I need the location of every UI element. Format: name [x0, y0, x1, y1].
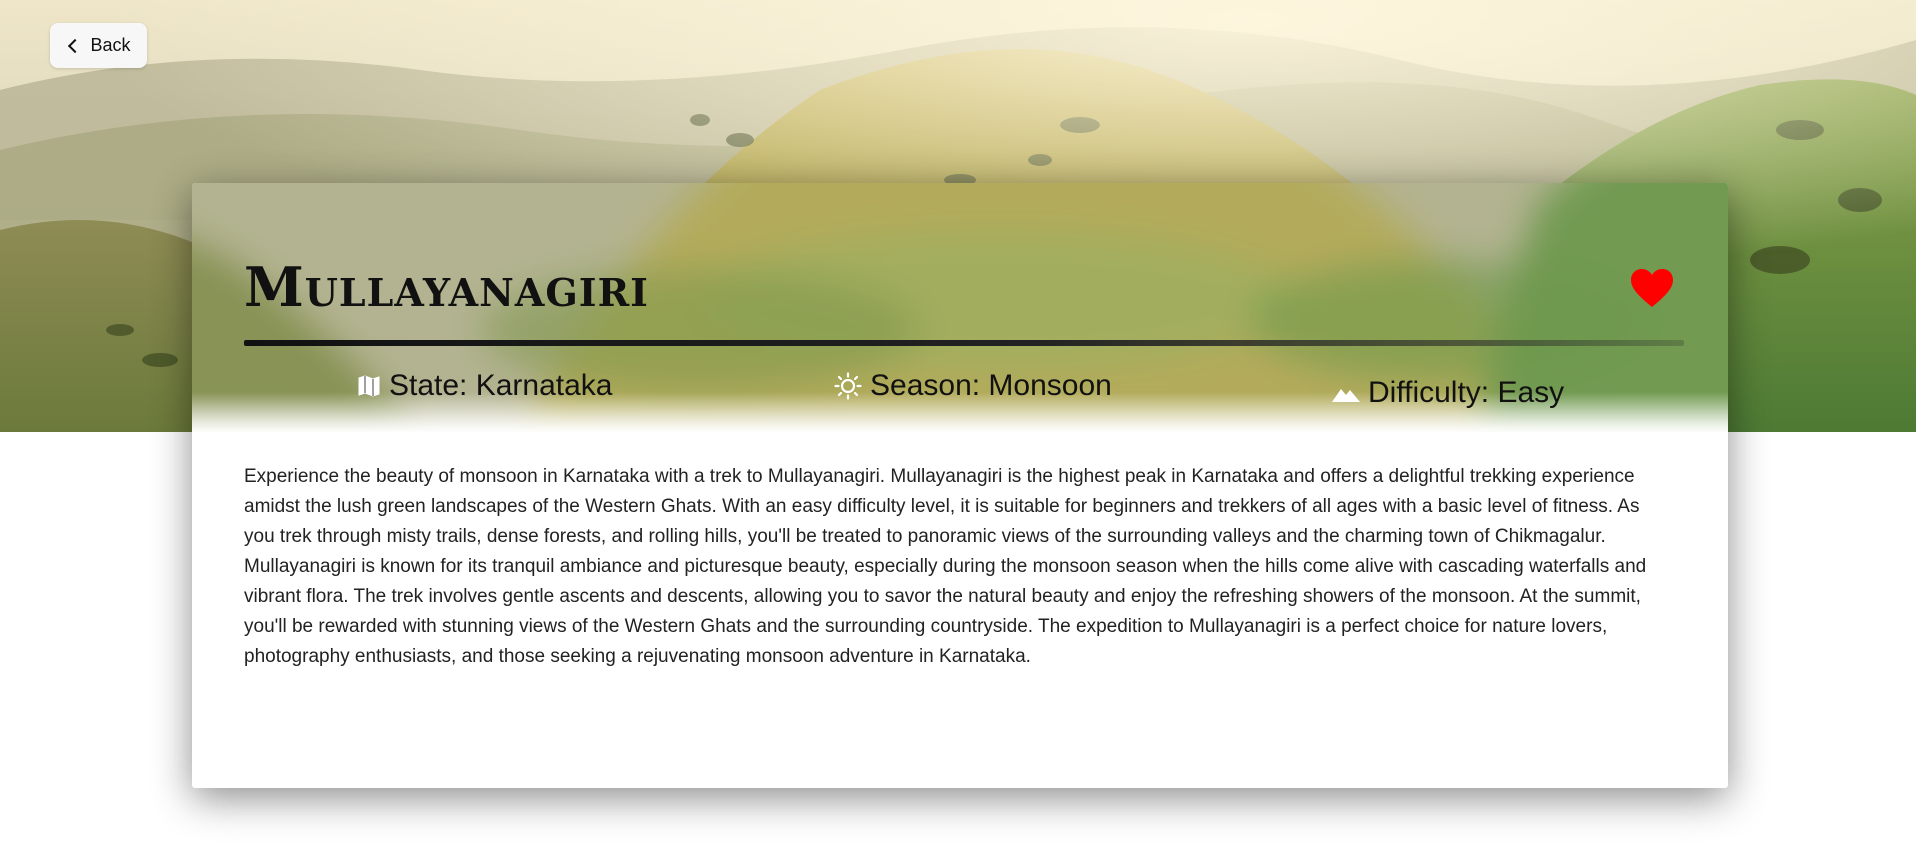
chevron-left-icon — [68, 38, 83, 53]
mountain-icon — [1332, 389, 1360, 402]
difficulty-label: Difficulty: Easy — [1368, 376, 1565, 409]
state-label: State: Karnataka — [389, 369, 613, 402]
difficulty-info: Difficulty: Easy — [1332, 376, 1564, 410]
map-icon — [358, 375, 380, 397]
season-label: Season: Monsoon — [870, 369, 1112, 402]
trek-detail-card: Mullayanagiri State: Karnataka Season: M… — [192, 183, 1728, 788]
back-button-label: Back — [90, 35, 131, 55]
title-divider — [244, 340, 1684, 346]
trek-description: Experience the beauty of monsoon in Karn… — [244, 466, 1647, 667]
heart-icon[interactable] — [1630, 268, 1674, 308]
sun-icon — [834, 372, 862, 400]
season-info: Season: Monsoon — [834, 369, 1112, 403]
back-button[interactable]: Back — [50, 23, 147, 68]
state-info: State: Karnataka — [357, 369, 612, 403]
trek-title: Mullayanagiri — [244, 255, 649, 319]
